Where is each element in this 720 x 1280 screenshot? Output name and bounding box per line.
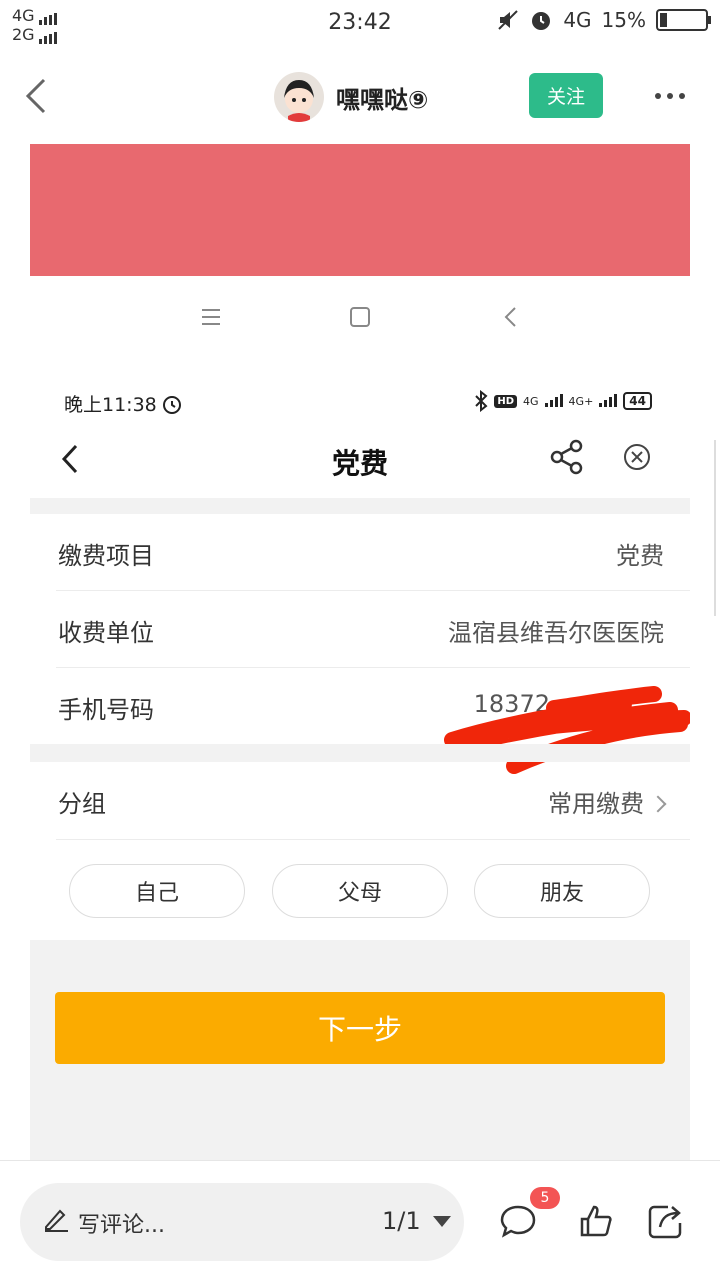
row-value: 党费 [616, 542, 664, 570]
chevron-right-icon [649, 795, 667, 813]
menu-icon [202, 309, 220, 325]
bluetooth-icon [475, 390, 488, 412]
home-square-icon [350, 307, 370, 327]
scrollbar[interactable] [714, 440, 716, 616]
chip-friends[interactable]: 朋友 [474, 864, 650, 918]
battery-icon [656, 9, 711, 31]
row-payment-item: 缴费项目 党费 [56, 514, 690, 591]
signal-bars-icon [544, 394, 563, 407]
comment-input[interactable]: 写评论... 1/1 [20, 1183, 464, 1261]
pen-icon [45, 1209, 68, 1232]
status-right: 4G 15% [497, 8, 711, 32]
row-label: 手机号码 [58, 696, 154, 724]
battery-percent: 15% [601, 8, 646, 32]
row-value: 温宿县维吾尔医医院 [448, 619, 664, 647]
dropdown-triangle-icon [432, 1215, 451, 1227]
chip-self[interactable]: 自己 [69, 864, 245, 918]
share-out-icon[interactable] [646, 1201, 686, 1241]
comment-count-badge: 5 [530, 1187, 560, 1209]
status-bar: 4G 2G 23:42 4G 15% [0, 0, 720, 50]
page-indicator: 1/1 [382, 1207, 421, 1235]
page-selector[interactable]: 1/1 [382, 1207, 451, 1235]
row-label: 缴费项目 [58, 542, 154, 570]
comment-icon[interactable] [498, 1201, 538, 1241]
chip-parents[interactable]: 父母 [272, 864, 448, 918]
more-icon[interactable] [650, 84, 690, 108]
follow-button[interactable]: 关注 [529, 73, 603, 118]
inner-net2: 4G+ [568, 394, 594, 408]
embedded-screenshot[interactable]: 晚上11:38 HD 4G 4G+ 44 党费 缴费项目 党费 收费单位 温宿县… [30, 144, 690, 1160]
group-label: 分组 [58, 790, 106, 818]
section-divider [30, 744, 690, 762]
inner-time: 晚上11:38 [64, 390, 183, 417]
like-icon[interactable] [576, 1201, 616, 1241]
network-label: 4G [563, 8, 592, 32]
red-banner [30, 144, 690, 276]
back-arrow-icon[interactable] [18, 76, 58, 116]
mute-icon [498, 10, 519, 30]
next-step-button[interactable]: 下一步 [55, 992, 665, 1064]
hd-badge: HD [494, 394, 518, 408]
inner-status-bar: 晚上11:38 HD 4G 4G+ 44 [30, 384, 690, 420]
author-name: 嘿嘿哒⑨ [336, 85, 429, 114]
inner-page-title: 党费 [331, 447, 388, 480]
inner-nav: 党费 [30, 434, 690, 484]
alarm-icon [532, 12, 551, 30]
close-circle-icon[interactable] [618, 438, 656, 476]
group-value-text: 常用缴费 [548, 790, 644, 818]
group-chips: 自己 父母 朋友 [30, 864, 690, 918]
row-label: 收费单位 [58, 619, 154, 647]
inner-time-text: 晚上11:38 [64, 394, 157, 416]
inner-battery: 44 [623, 392, 652, 410]
row-group[interactable]: 分组 常用缴费 [56, 762, 690, 840]
signal-bars-icon [599, 394, 618, 407]
alarm-icon [162, 395, 181, 414]
author-info[interactable]: 嘿嘿哒⑨ [274, 72, 428, 122]
inner-status-right: HD 4G 4G+ 44 [474, 390, 652, 412]
group-value: 常用缴费 [548, 784, 667, 819]
bottom-bar: 写评论... 1/1 5 [0, 1160, 720, 1280]
comment-placeholder: 写评论... [78, 1213, 165, 1238]
row-payee: 收费单位 温宿县维吾尔医医院 [56, 591, 690, 668]
back-chevron-icon [504, 307, 516, 327]
top-nav: 嘿嘿哒⑨ 关注 [0, 62, 720, 132]
share-icon[interactable] [548, 438, 586, 476]
avatar[interactable] [274, 72, 324, 122]
inner-net1: 4G [523, 394, 539, 408]
system-nav-bar [30, 294, 690, 338]
section-divider [30, 498, 690, 514]
